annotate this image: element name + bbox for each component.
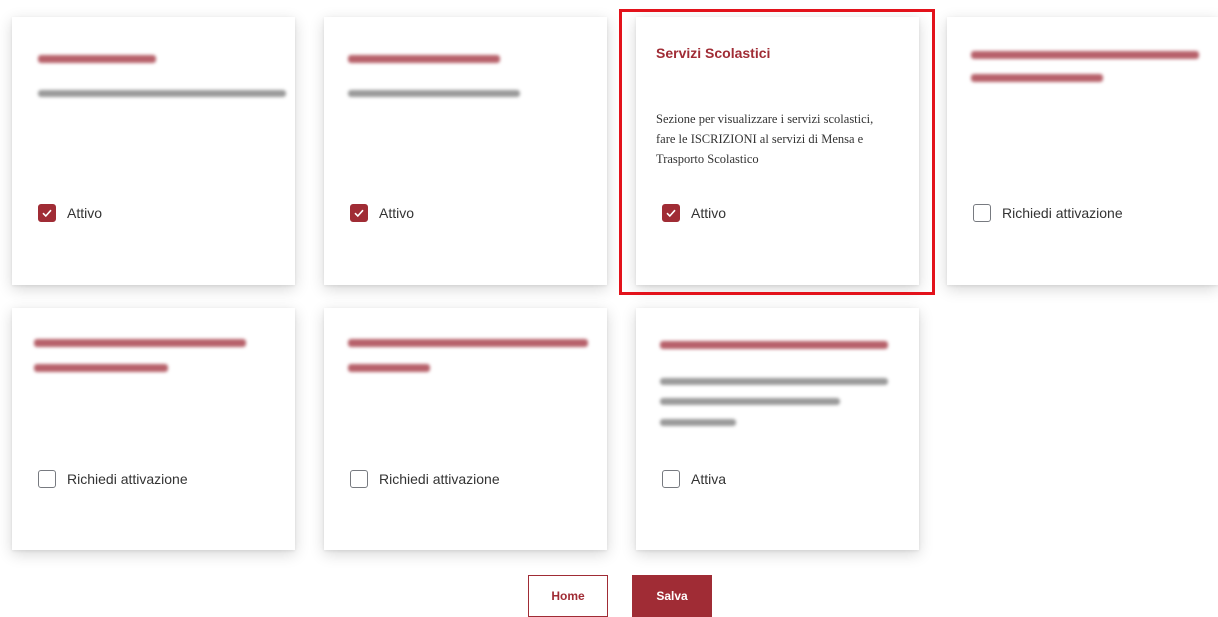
redacted-title (348, 55, 500, 63)
redacted-title (34, 364, 168, 372)
service-card-4: Richiedi attivazione (947, 17, 1218, 285)
status-toggle[interactable]: Richiedi attivazione (350, 470, 500, 488)
status-toggle[interactable]: Attivo (38, 204, 102, 222)
status-toggle[interactable]: Attiva (662, 470, 726, 488)
redacted-title (660, 341, 888, 349)
redacted-description (38, 90, 286, 97)
redacted-description (660, 398, 840, 405)
redacted-description (660, 378, 888, 385)
card-description: Sezione per visualizzare i servizi scola… (656, 112, 874, 166)
checkbox-checked[interactable] (38, 204, 56, 222)
check-icon (42, 209, 52, 218)
checkbox-label: Richiedi attivazione (67, 471, 188, 487)
redacted-description (660, 419, 736, 426)
redacted-title (38, 55, 156, 63)
checkbox-unchecked[interactable] (38, 470, 56, 488)
checkbox-unchecked[interactable] (662, 470, 680, 488)
checkbox-checked[interactable] (662, 204, 680, 222)
save-button[interactable]: Salva (632, 575, 712, 617)
checkbox-label: Attivo (691, 205, 727, 221)
checkbox-label: Attivo (379, 205, 415, 221)
service-card-2: Attivo (324, 17, 607, 285)
checkbox-label: Attivo (67, 205, 103, 221)
status-toggle[interactable]: Richiedi attivazione (38, 470, 188, 488)
service-card-6: Richiedi attivazione (324, 308, 607, 550)
redacted-title (971, 74, 1103, 82)
redacted-title (34, 339, 246, 347)
checkbox-label: Richiedi attivazione (1002, 205, 1123, 221)
service-card-1: Attivo (12, 17, 295, 285)
service-card-7: Attiva (636, 308, 919, 550)
status-toggle[interactable]: Attivo (662, 204, 726, 222)
checkbox-label: Richiedi attivazione (379, 471, 500, 487)
card-title: Servizi Scolastici (656, 45, 771, 61)
check-icon (354, 209, 364, 218)
checkbox-unchecked[interactable] (973, 204, 991, 222)
check-icon (666, 209, 676, 218)
redacted-description (348, 90, 520, 97)
service-card-5: Richiedi attivazione (12, 308, 295, 550)
status-toggle[interactable]: Attivo (350, 204, 414, 222)
redacted-title (348, 364, 430, 372)
checkbox-unchecked[interactable] (350, 470, 368, 488)
status-toggle[interactable]: Richiedi attivazione (973, 204, 1123, 222)
checkbox-checked[interactable] (350, 204, 368, 222)
service-card-servizi-scolastici: Servizi Scolastici Sezione per visualizz… (636, 17, 919, 285)
home-button[interactable]: Home (528, 575, 608, 617)
redacted-title (971, 51, 1199, 59)
redacted-title (348, 339, 588, 347)
checkbox-label: Attiva (691, 471, 727, 487)
